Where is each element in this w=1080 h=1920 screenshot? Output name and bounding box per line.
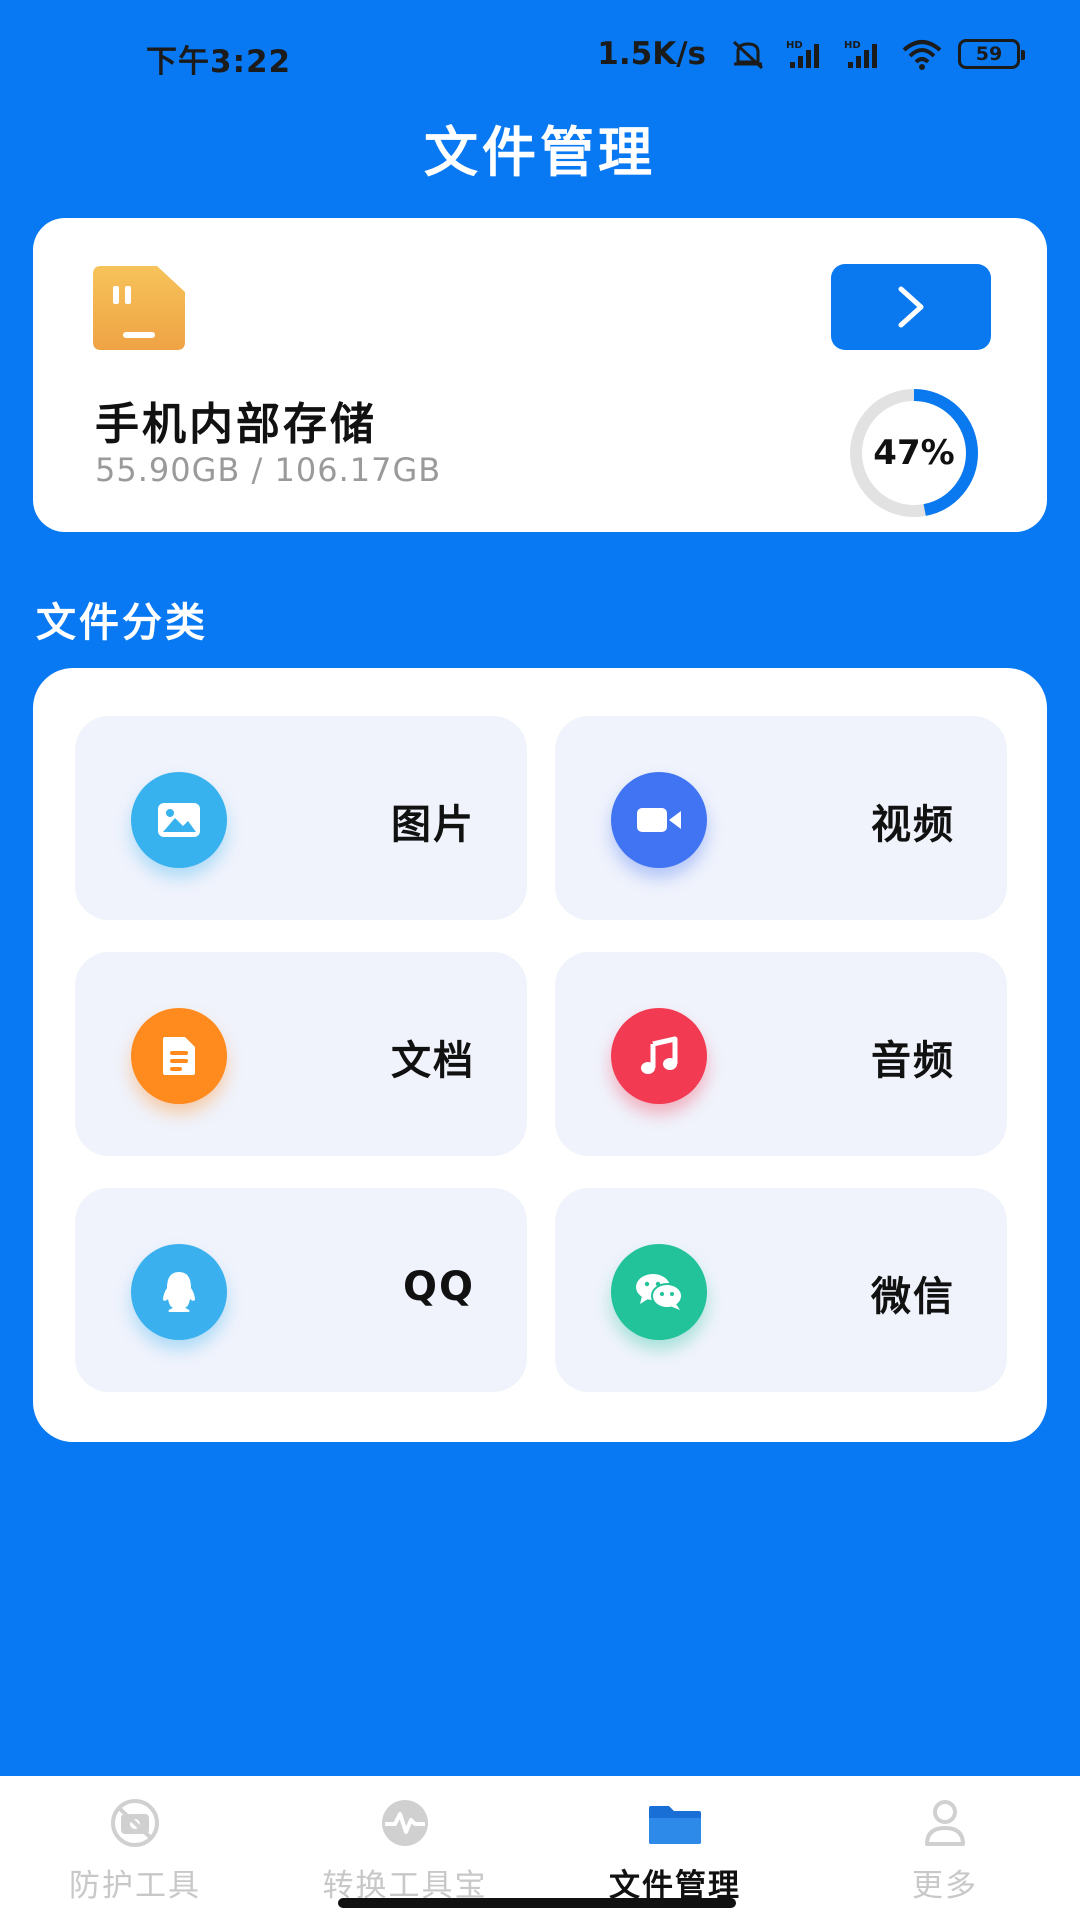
category-label: 图片 (391, 802, 475, 848)
wechat-icon (611, 1244, 707, 1340)
storage-name: 手机内部存储 (95, 399, 377, 450)
status-icons: 1.5K/s HD HD 59 (597, 36, 1025, 72)
svg-text:HD: HD (844, 40, 861, 51)
storage-percent: 47% (873, 433, 955, 473)
category-qq[interactable]: QQ (75, 1188, 527, 1392)
home-indicator[interactable] (338, 1898, 736, 1908)
wifi-icon (902, 40, 942, 70)
storage-usage: 55.90GB / 106.17GB (95, 451, 442, 489)
status-bar: 下午3:22 1.5K/s HD HD 59 (0, 0, 1080, 110)
section-title: 文件分类 (36, 600, 208, 646)
battery-level: 59 (975, 43, 1003, 65)
person-icon (925, 1800, 965, 1846)
category-label: 文档 (391, 1038, 475, 1084)
category-documents[interactable]: 文档 (75, 952, 527, 1156)
music-note-icon (611, 1008, 707, 1104)
nav-label: 更多 (912, 1868, 978, 1904)
categories-card: 图片 视频 文档 音频 QQ 微信 (33, 668, 1047, 1442)
document-icon (131, 1008, 227, 1104)
status-time: 下午3:22 (146, 44, 292, 80)
image-icon (131, 772, 227, 868)
camera-block-icon (111, 1799, 159, 1847)
signal-hd-icon-1: HD (786, 40, 819, 68)
pulse-icon (382, 1800, 428, 1846)
category-videos[interactable]: 视频 (555, 716, 1007, 920)
category-label: 微信 (871, 1274, 955, 1320)
category-wechat[interactable]: 微信 (555, 1188, 1007, 1392)
chevron-right-icon (898, 286, 924, 328)
category-label: 音频 (871, 1038, 955, 1084)
signal-hd-icon-2: HD (844, 40, 877, 68)
video-camera-icon (611, 772, 707, 868)
category-label: 视频 (871, 802, 955, 848)
category-images[interactable]: 图片 (75, 716, 527, 920)
qq-penguin-icon (131, 1244, 227, 1340)
storage-card[interactable]: 手机内部存储 55.90GB / 106.17GB 47% (33, 218, 1047, 532)
nav-item-protection-tools[interactable]: 防护工具 (0, 1776, 270, 1920)
network-speed: 1.5K/s (597, 36, 706, 72)
page-title: 文件管理 (424, 121, 656, 184)
sd-card-icon (93, 266, 185, 350)
svg-text:HD: HD (786, 40, 803, 51)
mute-bell-icon (732, 40, 764, 70)
category-audio[interactable]: 音频 (555, 952, 1007, 1156)
battery-icon: 59 (958, 39, 1025, 69)
nav-item-more[interactable]: 更多 (810, 1776, 1080, 1920)
storage-open-button[interactable] (831, 264, 991, 350)
category-label: QQ (402, 1264, 475, 1310)
folder-icon (649, 1806, 701, 1844)
nav-label: 防护工具 (69, 1868, 201, 1904)
